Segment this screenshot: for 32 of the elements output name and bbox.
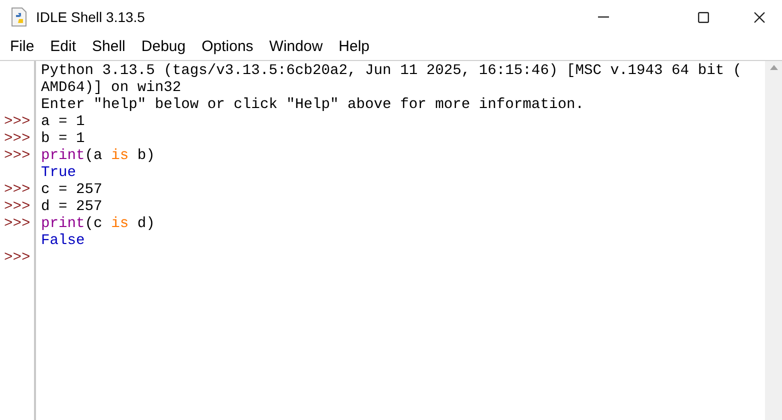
window-title: IDLE Shell 3.13.5 bbox=[36, 8, 145, 26]
output-line: False bbox=[41, 233, 85, 249]
maximize-icon bbox=[698, 12, 708, 22]
scroll-up-icon[interactable] bbox=[770, 65, 778, 70]
output-line: Python 3.13.5 (tags/v3.13.5:6cb20a2, Jun 11 2025, 16:15:46) [MSC v.1943 64 bit ( bbox=[41, 63, 742, 79]
minimize-icon bbox=[598, 16, 608, 18]
code-line: print(a is b) bbox=[41, 148, 155, 164]
menu-item[interactable]: File bbox=[10, 36, 34, 58]
menu-item[interactable]: Debug bbox=[141, 36, 186, 58]
menu-item[interactable]: Options bbox=[202, 36, 254, 58]
prompt-marker: >>> bbox=[4, 250, 30, 266]
code-line: print(c is d) bbox=[41, 216, 155, 232]
prompt-marker: >>> bbox=[4, 148, 30, 164]
scrollbar[interactable] bbox=[765, 61, 782, 420]
output-line: AMD64)] on win32 bbox=[41, 80, 182, 96]
prompt-marker: >>> bbox=[4, 131, 30, 147]
code-line: b = 1 bbox=[41, 131, 85, 147]
code-line: d = 257 bbox=[41, 199, 102, 215]
code-line: c = 257 bbox=[41, 182, 102, 198]
prompt-marker: >>> bbox=[4, 199, 30, 215]
code-line: a = 1 bbox=[41, 114, 85, 130]
menu-item[interactable]: Edit bbox=[50, 36, 76, 58]
prompt-marker: >>> bbox=[4, 114, 30, 130]
close-icon bbox=[754, 12, 764, 22]
menu-item[interactable]: Shell bbox=[92, 36, 126, 58]
menu-item[interactable]: Window bbox=[269, 36, 323, 58]
prompt-marker: >>> bbox=[4, 216, 30, 232]
menu-item[interactable]: Help bbox=[338, 36, 370, 58]
prompt-marker: >>> bbox=[4, 182, 30, 198]
output-line: Enter "help" below or click "Help" above for more information. bbox=[41, 97, 584, 113]
python-file-icon bbox=[10, 7, 28, 27]
output-line: True bbox=[41, 165, 76, 181]
